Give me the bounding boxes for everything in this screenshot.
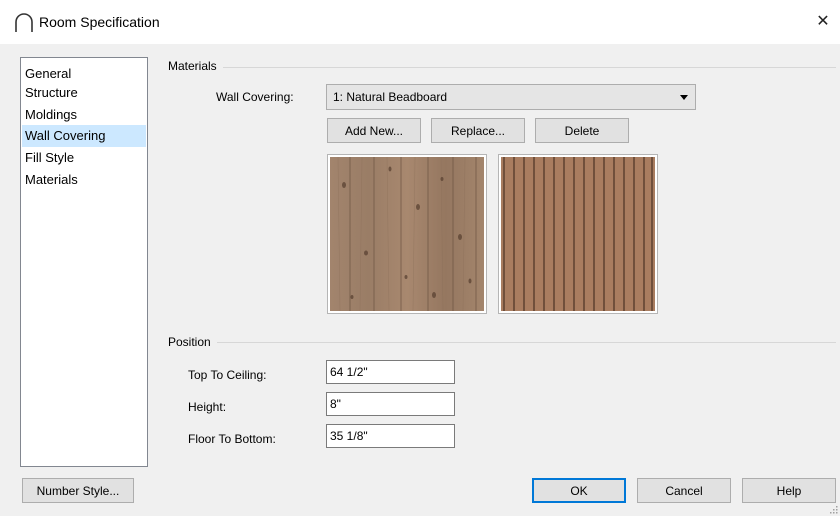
beadboard-pattern-icon	[501, 157, 655, 311]
number-style-button[interactable]: Number Style...	[22, 478, 134, 503]
title-bar: Room Specification ✕	[0, 0, 840, 44]
window-title: Room Specification	[39, 14, 160, 30]
replace-button[interactable]: Replace...	[431, 118, 525, 143]
wall-covering-label: Wall Covering:	[216, 90, 294, 104]
close-icon[interactable]: ✕	[806, 6, 840, 36]
wood-texture-swatch	[327, 154, 487, 314]
wall-covering-select[interactable]: 1: Natural Beadboard	[326, 84, 696, 110]
resize-grip-icon[interactable]	[828, 504, 838, 514]
sidebar-item-wall-covering[interactable]: Wall Covering	[22, 125, 146, 147]
position-group-label: Position	[168, 335, 217, 349]
sidebar-item-moldings[interactable]: Moldings	[22, 104, 146, 126]
cancel-button[interactable]: Cancel	[637, 478, 731, 503]
chevron-down-icon	[680, 95, 688, 100]
sidebar-item-materials[interactable]: Materials	[22, 169, 146, 191]
materials-group-line	[168, 67, 836, 68]
delete-button[interactable]: Delete	[535, 118, 629, 143]
help-button[interactable]: Help	[742, 478, 836, 503]
ok-button[interactable]: OK	[532, 478, 626, 503]
top-to-ceiling-label: Top To Ceiling:	[188, 368, 267, 382]
height-input[interactable]	[326, 392, 455, 416]
app-icon	[15, 13, 33, 32]
add-new-button[interactable]: Add New...	[327, 118, 421, 143]
wall-covering-value: 1: Natural Beadboard	[333, 90, 448, 104]
category-list[interactable]: General Structure Moldings Wall Covering…	[20, 57, 148, 467]
wood-texture-icon	[330, 157, 484, 311]
floor-to-bottom-label: Floor To Bottom:	[188, 432, 276, 446]
height-label: Height:	[188, 400, 227, 414]
floor-to-bottom-input[interactable]	[326, 424, 455, 448]
sidebar-item-fill-style[interactable]: Fill Style	[22, 147, 146, 169]
top-to-ceiling-input[interactable]	[326, 360, 455, 384]
beadboard-pattern-swatch	[498, 154, 658, 314]
sidebar-item-structure[interactable]: Structure	[22, 82, 146, 104]
materials-group-label: Materials	[168, 59, 223, 73]
position-group-line	[168, 342, 836, 343]
